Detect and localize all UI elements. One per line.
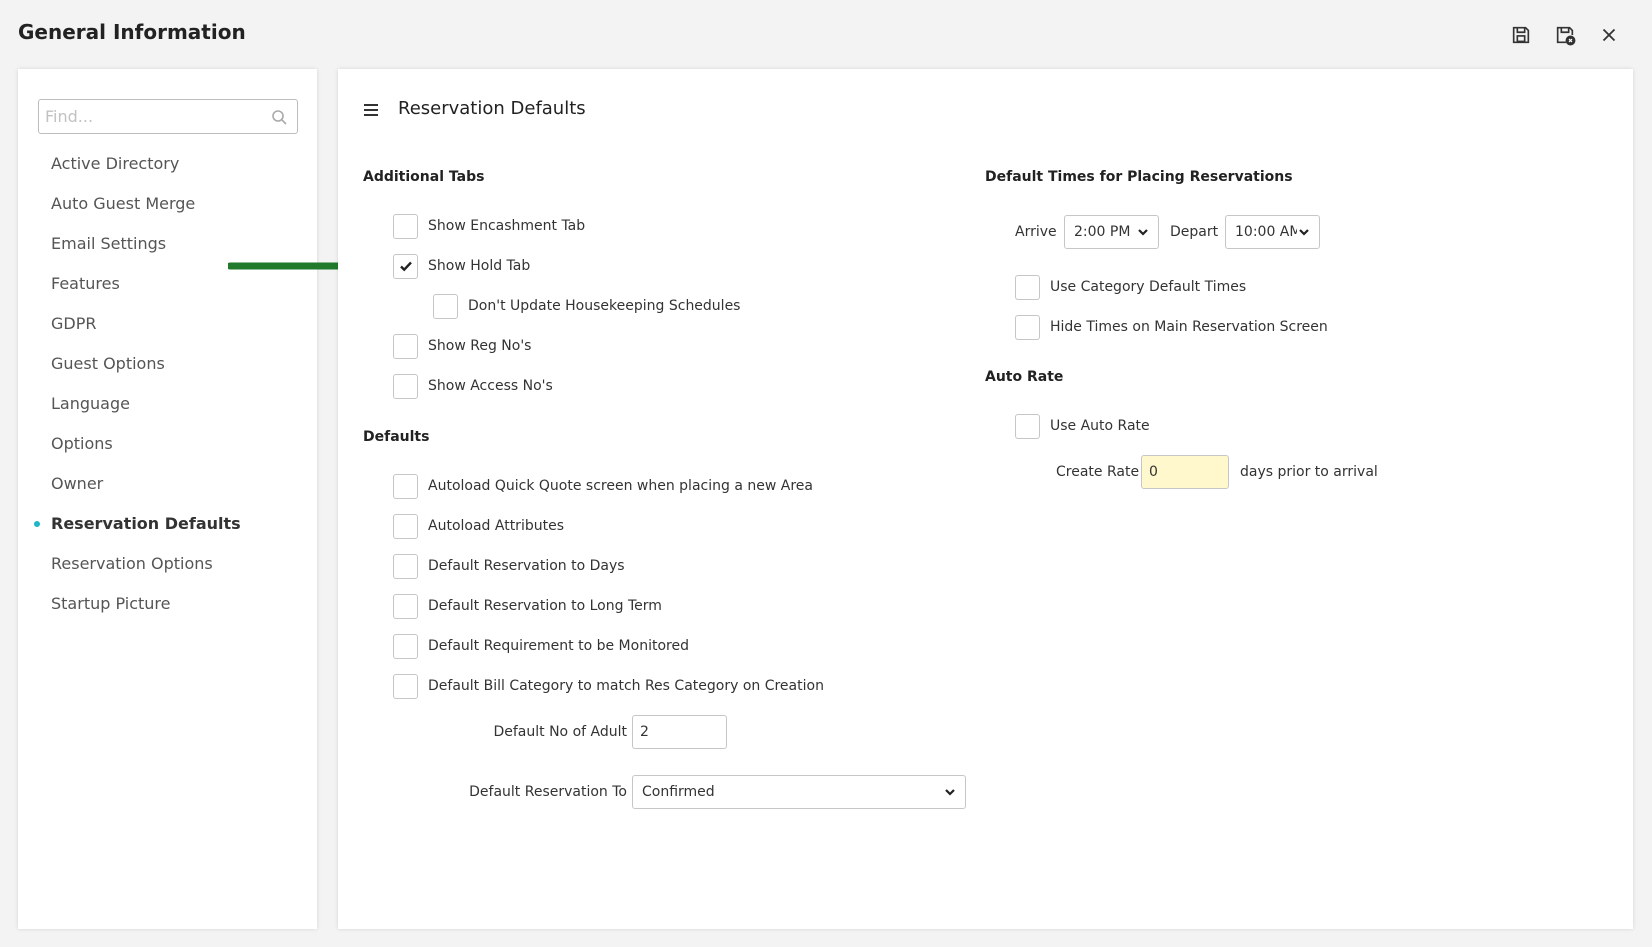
arrive-time-select[interactable]: 2:00 PM [1064,215,1159,249]
show-encashment-tab-label: Show Encashment Tab [428,218,586,234]
depart-label: Depart [1170,224,1219,240]
show-access-nos-row: Show Access No's [393,373,553,399]
create-rate-label: Create Rate [1056,464,1140,480]
auto-rate-heading: Auto Rate [985,369,1064,385]
arrive-time-value: 2:00 PM [1074,224,1131,240]
default-reservation-to-label: Default Reservation To [469,784,627,800]
default-res-long-term-checkbox[interactable] [393,593,418,619]
default-res-long-term-row: Default Reservation to Long Term [393,593,662,619]
hide-times-main-screen-row: Hide Times on Main Reservation Screen [1015,314,1328,340]
search-input[interactable] [39,100,254,133]
checkmark-icon [399,261,412,272]
create-rate-input[interactable] [1141,455,1229,489]
sidebar: Active Directory Auto Guest Merge Email … [18,69,317,929]
default-no-adult-label: Default No of Adult [493,724,627,740]
save-icon [1512,26,1530,44]
default-res-days-row: Default Reservation to Days [393,553,625,579]
sidebar-item-language[interactable]: Language [18,384,317,424]
default-requirement-monitored-row: Default Requirement to be Monitored [393,633,689,659]
search-icon[interactable] [271,109,287,125]
show-hold-tab-checkbox[interactable] [393,253,418,279]
save-and-close-button[interactable] [1552,22,1578,48]
sidebar-item-reservation-defaults[interactable]: Reservation Defaults [18,504,317,544]
default-reservation-to-select[interactable]: Confirmed [632,775,966,809]
main-panel: Reservation Defaults Additional Tabs Sho… [338,69,1633,929]
dont-update-housekeeping-label: Don't Update Housekeeping Schedules [468,298,741,314]
save-button[interactable] [1508,22,1534,48]
use-auto-rate-checkbox[interactable] [1015,413,1040,439]
default-res-days-label: Default Reservation to Days [428,558,625,574]
sidebar-item-auto-guest-merge[interactable]: Auto Guest Merge [18,184,317,224]
show-hold-tab-row: Show Hold Tab [393,253,530,279]
default-times-heading: Default Times for Placing Reservations [985,169,1293,185]
use-auto-rate-label: Use Auto Rate [1050,418,1150,434]
show-encashment-tab-checkbox[interactable] [393,213,418,239]
show-reg-nos-checkbox[interactable] [393,333,418,359]
sidebar-item-active-directory[interactable]: Active Directory [18,144,317,184]
autoload-quick-quote-row: Autoload Quick Quote screen when placing… [393,473,813,499]
default-bill-category-label: Default Bill Category to match Res Categ… [428,678,824,694]
show-reg-nos-row: Show Reg No's [393,333,531,359]
depart-time-select[interactable]: 10:00 AM [1225,215,1320,249]
sidebar-nav: Active Directory Auto Guest Merge Email … [18,144,317,624]
sidebar-item-guest-options[interactable]: Guest Options [18,344,317,384]
create-rate-suffix: days prior to arrival [1240,464,1378,480]
use-category-default-times-row: Use Category Default Times [1015,274,1246,300]
title-actions [1508,22,1622,48]
additional-tabs-heading: Additional Tabs [363,169,485,185]
autoload-attributes-row: Autoload Attributes [393,513,564,539]
close-icon [1602,28,1616,42]
default-reservation-to-value: Confirmed [642,784,715,800]
depart-time-value: 10:00 AM [1235,224,1297,240]
sidebar-search [38,99,298,134]
sidebar-item-options[interactable]: Options [18,424,317,464]
sidebar-item-owner[interactable]: Owner [18,464,317,504]
default-requirement-monitored-label: Default Requirement to be Monitored [428,638,689,654]
autoload-attributes-label: Autoload Attributes [428,518,564,534]
hide-times-main-screen-label: Hide Times on Main Reservation Screen [1050,319,1328,335]
default-res-long-term-label: Default Reservation to Long Term [428,598,662,614]
autoload-attributes-checkbox[interactable] [393,513,418,539]
default-no-adult-input[interactable] [632,715,727,749]
chevron-down-icon [1299,229,1309,236]
default-res-days-checkbox[interactable] [393,553,418,579]
use-category-default-times-label: Use Category Default Times [1050,279,1247,295]
defaults-heading: Defaults [363,429,430,445]
sidebar-item-reservation-options[interactable]: Reservation Options [18,544,317,584]
show-access-nos-checkbox[interactable] [393,373,418,399]
autoload-quick-quote-label: Autoload Quick Quote screen when placing… [428,478,813,494]
arrive-label: Arrive [1015,224,1057,240]
default-bill-category-row: Default Bill Category to match Res Categ… [393,673,824,699]
sidebar-item-startup-picture[interactable]: Startup Picture [18,584,317,624]
menu-icon[interactable] [362,102,380,118]
window-title: General Information [18,20,246,44]
show-hold-tab-label: Show Hold Tab [428,258,531,274]
sidebar-item-gdpr[interactable]: GDPR [18,304,317,344]
dont-update-housekeeping-checkbox[interactable] [433,293,458,319]
panel-title: Reservation Defaults [398,98,586,119]
autoload-quick-quote-checkbox[interactable] [393,473,418,499]
hide-times-main-screen-checkbox[interactable] [1015,314,1040,340]
save-close-icon [1556,26,1576,46]
close-button[interactable] [1596,22,1622,48]
show-reg-nos-label: Show Reg No's [428,338,532,354]
default-bill-category-checkbox[interactable] [393,673,418,699]
default-requirement-monitored-checkbox[interactable] [393,633,418,659]
dont-update-housekeeping-row: Don't Update Housekeeping Schedules [433,293,740,319]
chevron-down-icon [945,789,955,796]
chevron-down-icon [1138,229,1148,236]
use-category-default-times-checkbox[interactable] [1015,274,1040,300]
use-auto-rate-row: Use Auto Rate [1015,413,1150,439]
show-access-nos-label: Show Access No's [428,378,553,394]
show-encashment-tab-row: Show Encashment Tab [393,213,585,239]
